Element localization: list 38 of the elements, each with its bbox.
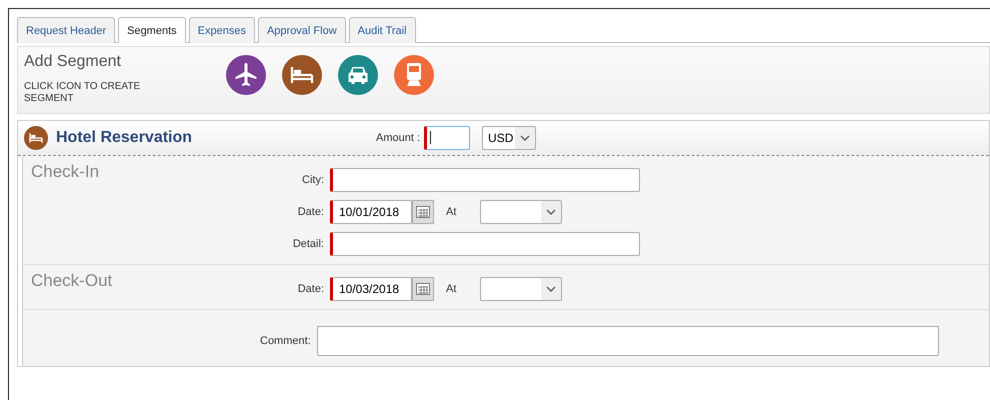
amount-field[interactable] bbox=[424, 126, 470, 150]
field-label: Date: bbox=[298, 206, 324, 218]
field-label: Detail: bbox=[292, 238, 324, 250]
text-field[interactable] bbox=[330, 168, 640, 192]
field-label: City: bbox=[302, 174, 324, 186]
caret-icon bbox=[541, 201, 562, 223]
instruction-text: CLICK ICON TO CREATE SEGMENT bbox=[24, 81, 142, 105]
section-title: Check-Out bbox=[31, 271, 114, 292]
caret-icon bbox=[515, 127, 536, 149]
date-field[interactable]: 10/01/2018 bbox=[330, 200, 412, 224]
tab[interactable]: Approval Flow bbox=[258, 17, 346, 43]
at-label: At bbox=[446, 283, 456, 295]
time-dropdown[interactable] bbox=[480, 277, 562, 301]
text-cursor bbox=[430, 131, 432, 144]
tab[interactable]: Request Header bbox=[17, 17, 116, 43]
field-label: Date: bbox=[298, 283, 324, 295]
at-label: At bbox=[446, 206, 456, 218]
bed-icon bbox=[24, 126, 48, 150]
currency-dropdown[interactable]: USD bbox=[482, 126, 536, 150]
calendar-icon[interactable] bbox=[412, 200, 434, 224]
tab[interactable]: Segments bbox=[118, 17, 186, 43]
panel-title: Add Segment bbox=[24, 53, 122, 71]
caret-icon bbox=[541, 278, 562, 300]
calendar-icon[interactable] bbox=[412, 277, 434, 301]
bed-icon[interactable] bbox=[282, 55, 322, 95]
tab[interactable]: Audit Trail bbox=[348, 17, 416, 43]
field-label: Comment: bbox=[260, 335, 311, 347]
section-title: Check-In bbox=[31, 162, 100, 183]
tab[interactable]: Expenses bbox=[188, 17, 255, 43]
amount-label: Amount : bbox=[376, 132, 420, 144]
train-icon[interactable] bbox=[394, 55, 434, 95]
text-field[interactable] bbox=[330, 232, 640, 256]
car-icon[interactable] bbox=[338, 55, 378, 95]
airplane-icon[interactable] bbox=[226, 55, 266, 95]
date-field[interactable]: 10/03/2018 bbox=[330, 277, 412, 301]
segment-title: Hotel Reservation bbox=[56, 129, 194, 147]
time-dropdown[interactable] bbox=[480, 200, 562, 224]
comment-field[interactable] bbox=[316, 326, 939, 356]
